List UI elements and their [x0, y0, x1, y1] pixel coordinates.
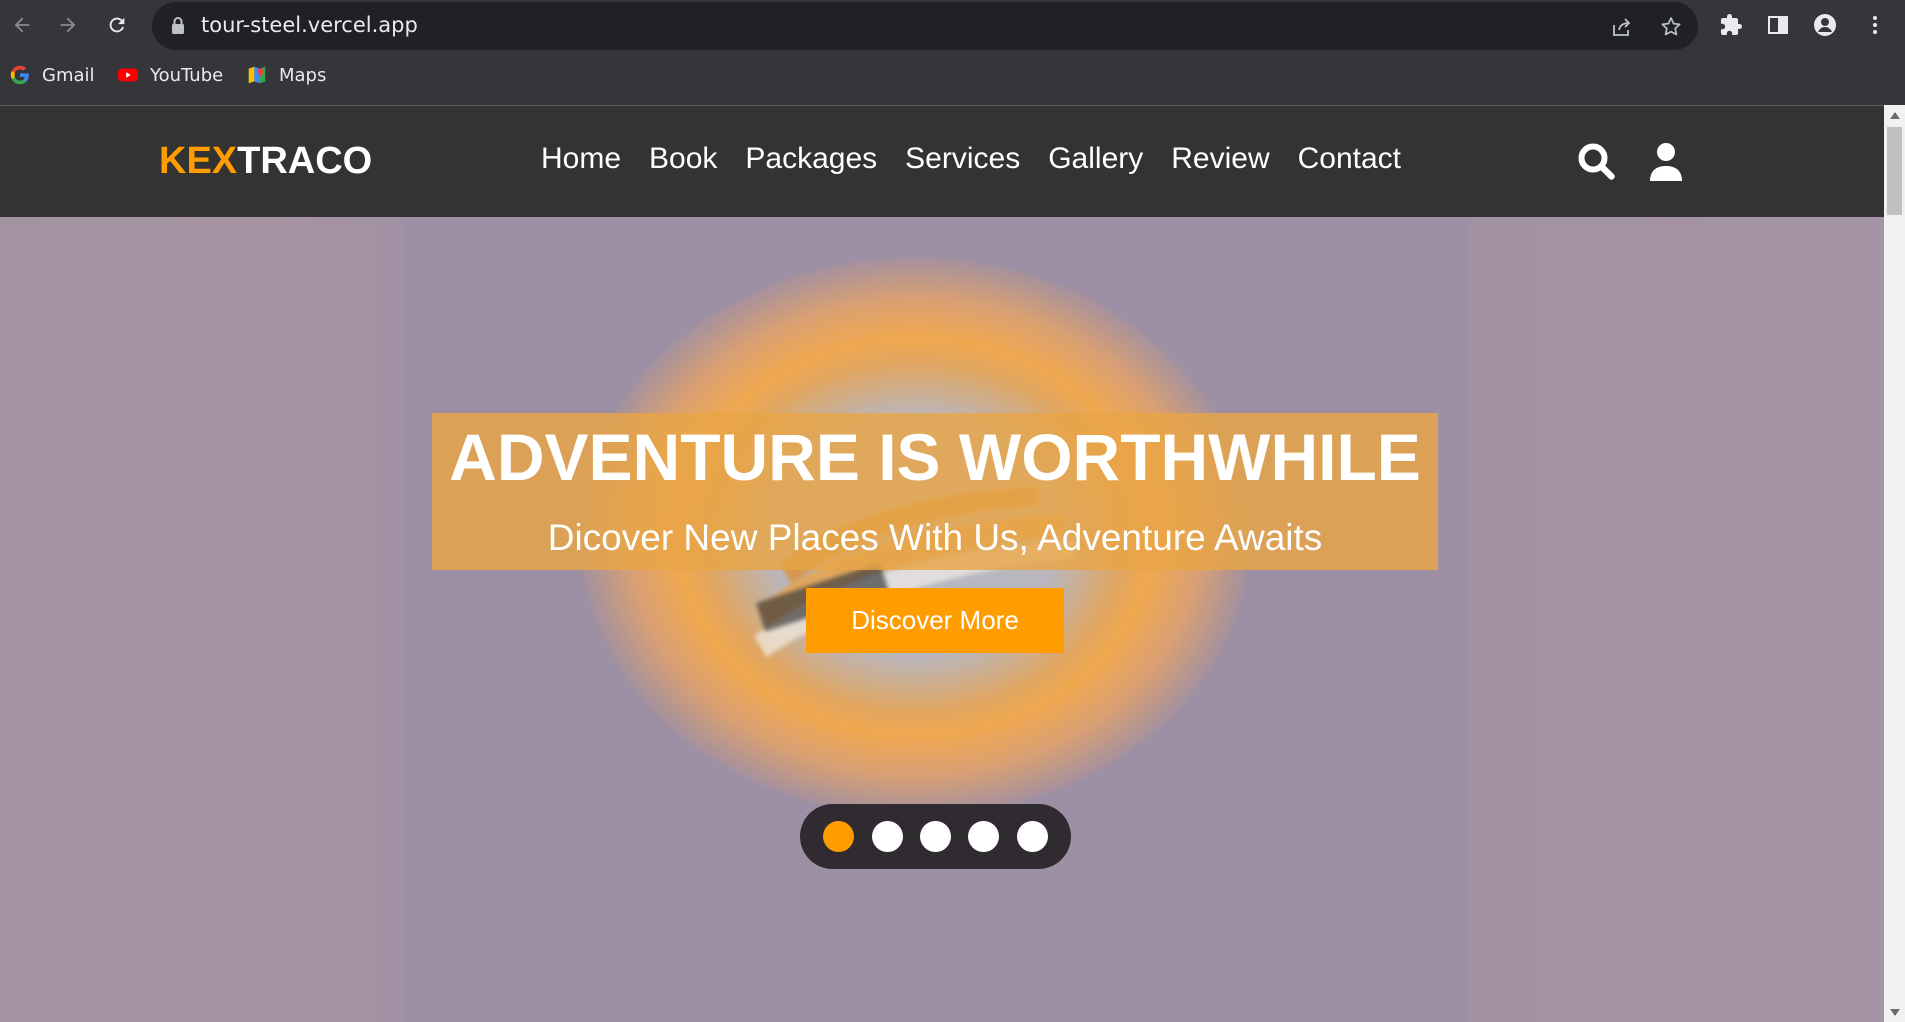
nav-home[interactable]: Home: [541, 142, 621, 176]
nav-services[interactable]: Services: [905, 142, 1020, 176]
arrow-right-icon: [60, 17, 76, 33]
scroll-thumb[interactable]: [1887, 127, 1902, 215]
puzzle-icon: [1721, 14, 1742, 35]
maps-icon: [245, 63, 269, 87]
bookmark-label: YouTube: [150, 64, 224, 86]
nav-contact[interactable]: Contact: [1298, 142, 1401, 176]
slide-dot-5[interactable]: [1017, 821, 1048, 852]
hero-background-right: [1469, 217, 1884, 1022]
triangle-down-icon: [1889, 1008, 1900, 1016]
address-bar[interactable]: tour-steel.vercel.app: [152, 2, 1698, 50]
menu-button[interactable]: [1860, 10, 1890, 40]
profile-button[interactable]: [1810, 10, 1840, 40]
extensions-button[interactable]: [1716, 10, 1746, 40]
search-icon: [1578, 143, 1615, 180]
scroll-up-arrow[interactable]: [1884, 107, 1905, 123]
side-panel-icon: [1768, 16, 1788, 34]
nav-packages[interactable]: Packages: [745, 142, 877, 176]
bookmark-label: Gmail: [42, 64, 95, 86]
slider-pagination: [800, 804, 1071, 869]
share-button[interactable]: [1608, 13, 1636, 41]
google-icon: [8, 63, 32, 87]
page-viewport: KEXTRACO Home Book Packages Services Gal…: [0, 105, 1884, 1022]
page-scrollbar[interactable]: [1884, 105, 1905, 1022]
avatar-icon: [1814, 14, 1836, 36]
browser-toolbar: tour-steel.vercel.app: [0, 0, 1905, 50]
back-button[interactable]: [6, 9, 38, 41]
hero-slider: ADVENTURE IS WORTHWHILE Dicover New Plac…: [0, 217, 1884, 1022]
bookmark-maps[interactable]: Maps: [245, 61, 326, 89]
share-icon: [1613, 18, 1631, 36]
browser-chrome: tour-steel.vercel.app Gmail YouTube Maps: [0, 0, 1905, 105]
youtube-icon: [116, 63, 140, 87]
logo-accent: KEX: [159, 140, 238, 182]
kebab-menu-icon: [1873, 16, 1877, 34]
discover-more-button[interactable]: Discover More: [806, 588, 1064, 653]
hero-caption: ADVENTURE IS WORTHWHILE Dicover New Plac…: [432, 413, 1438, 570]
scroll-down-arrow[interactable]: [1884, 1004, 1905, 1020]
bookmark-youtube[interactable]: YouTube: [116, 61, 223, 89]
side-panel-button[interactable]: [1763, 10, 1793, 40]
user-icon: [1650, 143, 1682, 181]
main-nav: Home Book Packages Services Gallery Revi…: [541, 142, 1429, 176]
hero-headline: ADVENTURE IS WORTHWHILE: [449, 420, 1421, 494]
reload-icon: [109, 17, 125, 33]
bookmark-star-button[interactable]: [1657, 13, 1685, 41]
slide-dot-2[interactable]: [872, 821, 903, 852]
hero-background-left: [0, 217, 403, 1022]
site-logo[interactable]: KEXTRACO: [159, 140, 372, 183]
slide-dot-4[interactable]: [968, 821, 999, 852]
lock-icon: [172, 17, 184, 34]
bookmark-gmail[interactable]: Gmail: [8, 61, 95, 89]
search-button[interactable]: [1575, 140, 1619, 184]
arrow-left-icon: [14, 17, 30, 33]
account-button[interactable]: [1644, 140, 1688, 184]
url-text: tour-steel.vercel.app: [201, 13, 418, 37]
bookmarks-bar: Gmail YouTube Maps: [0, 55, 1905, 95]
hero-subline: Dicover New Places With Us, Adventure Aw…: [547, 517, 1323, 558]
nav-review[interactable]: Review: [1171, 142, 1269, 176]
nav-gallery[interactable]: Gallery: [1048, 142, 1143, 176]
slide-dot-1[interactable]: [823, 821, 854, 852]
slide-dot-3[interactable]: [920, 821, 951, 852]
nav-book[interactable]: Book: [649, 142, 717, 176]
triangle-up-icon: [1889, 111, 1900, 119]
reload-button[interactable]: [101, 9, 133, 41]
logo-text: TRACO: [237, 140, 373, 182]
site-header: KEXTRACO Home Book Packages Services Gal…: [0, 105, 1884, 217]
forward-button[interactable]: [52, 9, 84, 41]
star-icon: [1661, 17, 1681, 36]
bookmark-label: Maps: [279, 64, 327, 86]
